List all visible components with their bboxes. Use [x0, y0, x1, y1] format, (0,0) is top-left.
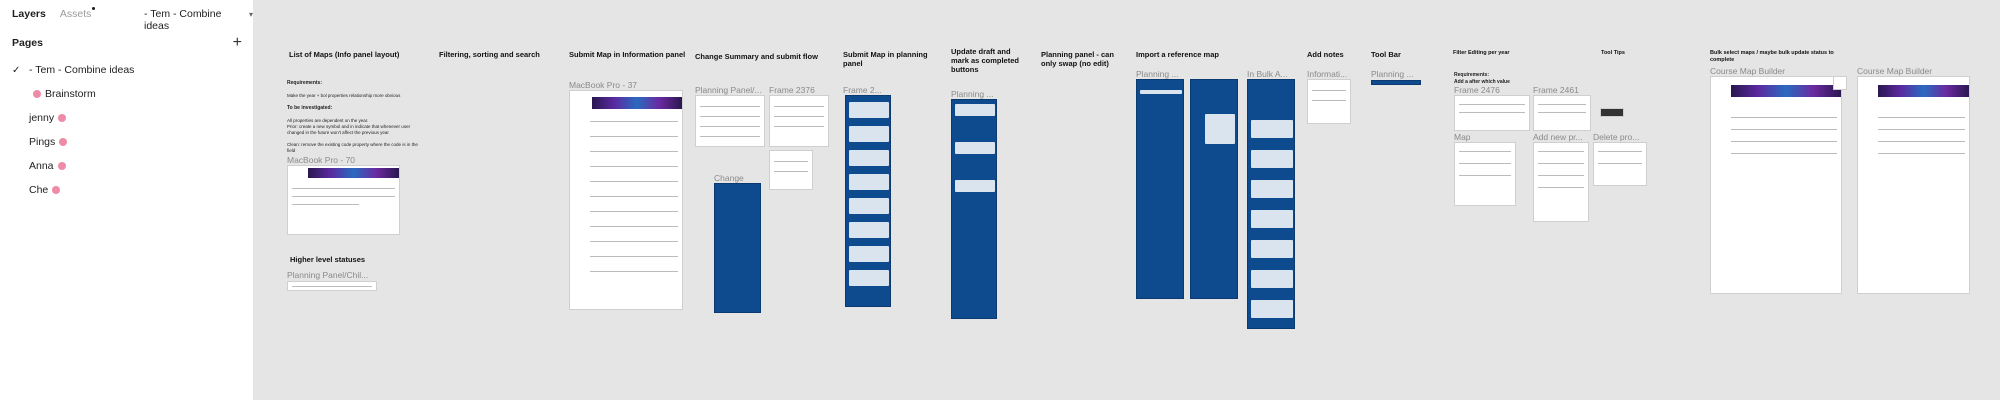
- frame-thumbnail[interactable]: [1454, 142, 1516, 206]
- file-title-menu[interactable]: - Tem - Combine ideas ▾: [144, 8, 253, 32]
- page-label: Che: [29, 184, 49, 196]
- page-label: Pings: [29, 136, 56, 148]
- page-item-combine-ideas[interactable]: ✓ - Tem - Combine ideas: [12, 58, 242, 82]
- frame-label: In Bulk A...: [1247, 69, 1288, 79]
- tab-layers[interactable]: Layers: [12, 8, 46, 20]
- brain-icon: [52, 186, 61, 194]
- section-title: List of Maps (Info panel layout): [289, 50, 400, 59]
- section-title: Add notes: [1307, 50, 1344, 59]
- section-title: Change Summary and submit flow: [695, 52, 818, 61]
- section-title: Planning panel - can only swap (no edit): [1041, 50, 1114, 68]
- page-label: - Tem - Combine ideas: [29, 64, 135, 76]
- frame-thumbnail[interactable]: [845, 95, 891, 307]
- frame-label: Planning Panel/Chil...: [287, 270, 369, 280]
- frame-label: Planning ...: [951, 89, 994, 99]
- page-item-brainstorm[interactable]: Brainstorm: [12, 82, 242, 106]
- frame-label: Frame 2376: [769, 85, 815, 95]
- frame-thumbnail[interactable]: [1857, 76, 1970, 294]
- section-title: Filter Editing per year: [1453, 50, 1510, 56]
- filter-requirements-note: Requirements: Add a after which value: [1454, 72, 1510, 85]
- pages-title: Pages: [12, 37, 43, 49]
- frame-label: Course Map Builder: [1857, 66, 1933, 76]
- frame-label: MacBook Pro - 37: [569, 80, 638, 90]
- frame-thumbnail[interactable]: [1190, 79, 1238, 299]
- frame-thumbnail[interactable]: [1833, 76, 1847, 90]
- section-title: Tool Tips: [1601, 50, 1625, 56]
- frame-thumbnail[interactable]: [951, 99, 997, 319]
- frame-thumbnail[interactable]: [769, 95, 829, 147]
- brain-icon: [58, 114, 67, 122]
- section-title: Import a reference map: [1136, 50, 1219, 59]
- frame-thumbnail[interactable]: [287, 165, 400, 235]
- chevron-down-icon: ▾: [248, 10, 253, 19]
- frame-thumbnail[interactable]: [769, 150, 813, 190]
- frame-label: Informati...: [1307, 69, 1348, 79]
- check-icon: ✓: [12, 64, 21, 76]
- frame-thumbnail[interactable]: [1136, 79, 1184, 299]
- page-label: jenny: [29, 112, 55, 124]
- section-title: Higher level statuses: [290, 255, 366, 264]
- frame-label: Map: [1454, 132, 1471, 142]
- frame-thumbnail[interactable]: [1454, 95, 1530, 131]
- frame-label: MacBook Pro - 70: [287, 155, 356, 165]
- frame-thumbnail[interactable]: [569, 90, 683, 310]
- section-title: Bulk select maps / maybe bulk update sta…: [1710, 50, 1834, 63]
- brain-icon: [33, 90, 41, 98]
- section-title: Submit Map in Information panel: [569, 50, 686, 59]
- pages-header: Pages +: [12, 35, 242, 51]
- frame-thumbnail[interactable]: [1307, 79, 1351, 124]
- unread-dot-icon: [92, 7, 96, 10]
- panel-tabs: Layers Assets: [12, 7, 96, 20]
- page-item-pings[interactable]: Pings: [12, 130, 242, 154]
- page-item-che[interactable]: Che: [12, 178, 242, 202]
- frame-label: Planning Panel/...: [695, 85, 762, 95]
- design-canvas[interactable]: List of Maps (Info panel layout) Filteri…: [255, 0, 2000, 400]
- tab-assets[interactable]: Assets: [60, 7, 96, 20]
- frame-label: Frame 2...: [843, 85, 882, 95]
- frame-thumbnail[interactable]: [1371, 80, 1421, 85]
- section-title: Submit Map in planning panel: [843, 50, 928, 68]
- section-title: Update draft and mark as completed butto…: [951, 47, 1019, 74]
- frame-label: Frame 2476: [1454, 85, 1500, 95]
- frame-thumbnail[interactable]: [287, 281, 377, 291]
- frame-thumbnail[interactable]: [1247, 79, 1295, 329]
- layers-panel: Layers Assets - Tem - Combine ideas ▾ Pa…: [0, 0, 254, 400]
- frame-label: Planning ...: [1371, 69, 1414, 79]
- file-title: - Tem - Combine ideas: [144, 8, 222, 32]
- page-item-anna[interactable]: Anna: [12, 154, 242, 178]
- frame-thumbnail[interactable]: [714, 183, 761, 313]
- page-list: ✓ - Tem - Combine ideas Brainstorm jenny…: [12, 58, 242, 202]
- frame-thumbnail[interactable]: [1533, 95, 1591, 131]
- frame-thumbnail[interactable]: [1593, 142, 1647, 186]
- section-title: Tool Bar: [1371, 50, 1401, 59]
- add-page-icon[interactable]: +: [233, 35, 242, 51]
- requirements-note: Requirements: Make the year + bol proper…: [287, 80, 418, 154]
- frame-label: Frame 2461: [1533, 85, 1579, 95]
- frame-label: Course Map Builder: [1710, 66, 1786, 76]
- tooltip-thumbnail[interactable]: [1600, 108, 1624, 117]
- frame-thumbnail[interactable]: [1533, 142, 1589, 222]
- page-label: Anna: [29, 160, 54, 172]
- page-item-jenny[interactable]: jenny: [12, 106, 242, 130]
- section-title: Filtering, sorting and search: [439, 50, 540, 59]
- frame-label: Planning ...: [1136, 69, 1179, 79]
- brain-icon: [57, 162, 66, 170]
- page-label: Brainstorm: [45, 88, 96, 100]
- frame-label: Delete pro...: [1593, 132, 1640, 142]
- frame-label: Add new pr...: [1533, 132, 1583, 142]
- frame-thumbnail[interactable]: [1710, 76, 1842, 294]
- frame-label: Change: [714, 173, 744, 183]
- frame-thumbnail[interactable]: [695, 95, 765, 147]
- brain-icon: [59, 138, 68, 146]
